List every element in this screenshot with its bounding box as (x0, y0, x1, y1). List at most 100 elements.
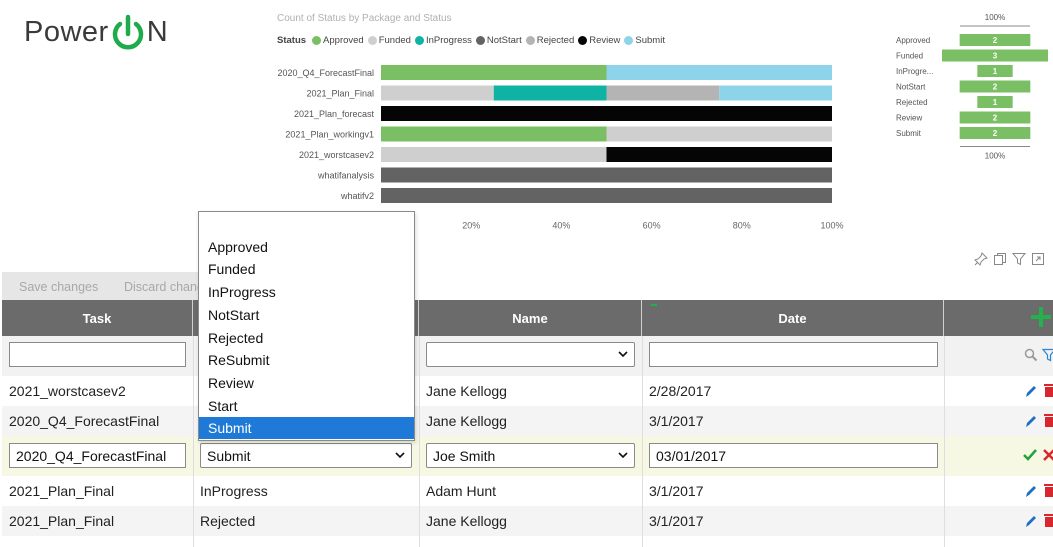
legend-item[interactable]: Funded (367, 35, 411, 46)
legend-item[interactable]: InProgress (414, 35, 472, 46)
legend-item[interactable]: NotStart (475, 35, 522, 46)
legend-label: Rejected (536, 35, 575, 46)
legend-item[interactable]: Approved (312, 35, 364, 46)
x-tick-label: 60% (643, 221, 661, 231)
bar-segment[interactable] (493, 85, 607, 101)
legend-swatch (367, 36, 377, 45)
column-divider (193, 336, 194, 547)
copy-icon[interactable] (993, 252, 1007, 266)
bar-segment[interactable] (381, 167, 832, 183)
task-edit-input[interactable]: 2020_Q4_ForecastFinal (9, 443, 186, 468)
bar-segment[interactable] (381, 147, 607, 162)
edit-icon[interactable] (1024, 383, 1038, 399)
dropdown-option[interactable]: Funded (199, 258, 414, 280)
cancel-icon[interactable] (1042, 448, 1053, 464)
y-tick-label: 2021_Plan_forecast (294, 109, 375, 119)
bar-segment[interactable] (381, 106, 832, 121)
legend-label: Review (589, 35, 621, 46)
bar-segment[interactable] (606, 147, 833, 162)
y-tick-label: 2021_worstcasev2 (299, 150, 374, 160)
y-tick-label: whatifv2 (340, 191, 374, 201)
table-row[interactable]: 2021_worstcasev2 Jane Kellogg 2/28/2017 (2, 376, 1053, 406)
legend-swatch (475, 36, 485, 45)
dropdown-option[interactable] (199, 213, 414, 235)
column-header-date[interactable]: Date (642, 300, 944, 336)
save-changes-button[interactable]: Save changes (19, 280, 98, 294)
y-tick-label: whatifanalysis (317, 171, 375, 181)
bar-segment[interactable] (606, 85, 720, 101)
dropdown-option[interactable]: NotStart (199, 304, 414, 326)
legend-item[interactable]: Submit (624, 35, 665, 46)
bar-segment[interactable] (719, 85, 832, 101)
dropdown-option[interactable]: ReSubmit (199, 349, 414, 371)
edit-icon[interactable] (1024, 413, 1038, 429)
category-label: Review (896, 114, 922, 123)
bar-segment[interactable] (606, 126, 833, 142)
focus-mode-icon[interactable] (1031, 252, 1045, 266)
search-icon[interactable] (1024, 348, 1038, 364)
confirm-icon[interactable] (1023, 448, 1037, 464)
table-row[interactable]: 2021_Plan_Final InProgress Adam Hunt 3/1… (2, 476, 1053, 506)
category-label: Funded (896, 52, 923, 61)
column-divider (642, 336, 643, 547)
date-edit-input[interactable]: 03/01/2017 (649, 443, 938, 468)
category-label: Submit (896, 129, 922, 138)
stacked-bar-chart: 2020_Q4_ForecastFinal 2021_Plan_Final 2021… (277, 65, 844, 231)
name-cell: Adam Hunt (426, 483, 497, 499)
pin-icon[interactable] (974, 252, 988, 266)
delete-icon[interactable] (1042, 482, 1053, 498)
date-cell: 3/1/2017 (649, 483, 704, 499)
filter-icon[interactable] (1041, 348, 1053, 364)
discard-changes-button[interactable]: Discard chang (124, 280, 204, 294)
date-filter-input[interactable] (649, 342, 938, 367)
bar-segment[interactable] (381, 85, 494, 101)
dropdown-option[interactable]: Rejected (199, 327, 414, 349)
legend-label: NotStart (486, 35, 522, 46)
data-label: 2 (993, 129, 998, 138)
legend-label: Approved (323, 35, 364, 46)
delete-icon[interactable] (1042, 512, 1053, 528)
data-label: 2 (993, 36, 998, 45)
edit-icon[interactable] (1024, 513, 1038, 529)
task-cell: 2020_Q4_ForecastFinal (9, 413, 160, 429)
status-edit-select[interactable]: Submit (200, 443, 412, 468)
name-edit-select[interactable]: Joe Smith (426, 443, 635, 468)
bar-segment[interactable] (606, 65, 833, 80)
data-label: 1 (993, 67, 998, 76)
date-header-label: Date (778, 310, 807, 326)
delete-icon[interactable] (1042, 382, 1053, 398)
name-filter-select[interactable] (426, 342, 635, 367)
chevron-down-icon (618, 452, 628, 459)
edit-icon[interactable] (1024, 483, 1038, 499)
dropdown-option[interactable]: Start (199, 395, 414, 417)
table-row[interactable]: 2020_Q4_ForecastFinal Jane Kellogg 3/1/2… (2, 406, 1053, 436)
legend-item[interactable]: Review (578, 35, 620, 46)
dropdown-option[interactable]: Review (199, 372, 414, 394)
data-label: 2 (993, 114, 998, 123)
date-cell: 3/1/2017 (649, 513, 704, 529)
dropdown-option[interactable]: InProgress (199, 281, 414, 303)
column-header-task[interactable]: Task (2, 300, 193, 336)
column-header-name[interactable]: Name (419, 300, 642, 336)
y-tick-label: 2021_Plan_Final (306, 89, 374, 99)
dropdown-option[interactable]: Submit (199, 417, 414, 440)
plus-icon[interactable] (1030, 306, 1052, 328)
table-row[interactable]: 2021_Plan_Final Rejected Jane Kellogg 3/… (2, 506, 1053, 536)
visual-toolbar (974, 252, 1045, 266)
power-icon (110, 13, 146, 53)
legend-swatch (624, 36, 634, 45)
editing-row[interactable]: 2020_Q4_ForecastFinal Submit Joe Smith 0… (2, 436, 1053, 476)
chevron-down-icon (618, 351, 628, 358)
delete-icon[interactable] (1042, 412, 1053, 428)
bar-segment[interactable] (381, 188, 832, 203)
legend-swatch (414, 36, 424, 45)
status-dropdown-list[interactable]: Approved Funded InProgress NotStart Rejected… (198, 211, 415, 441)
task-filter-input[interactable] (9, 342, 186, 367)
legend-item[interactable]: Rejected (525, 35, 575, 46)
filter-icon[interactable] (1011, 252, 1027, 266)
sort-indicator-icon (651, 304, 657, 310)
x-tick-label: 20% (462, 221, 480, 231)
bar-segment[interactable] (381, 65, 607, 80)
bar-segment[interactable] (381, 126, 607, 142)
dropdown-option[interactable]: Approved (199, 236, 414, 258)
